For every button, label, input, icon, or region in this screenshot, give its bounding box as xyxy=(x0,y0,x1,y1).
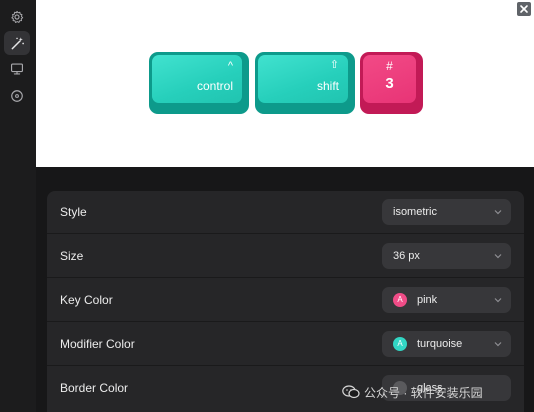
setting-row-style: Style isometric xyxy=(47,191,524,234)
key-control: ^ control xyxy=(149,52,249,114)
watermark-text: 公众号 · 软件安装乐园 xyxy=(364,385,483,400)
key-label: 3 xyxy=(385,75,394,92)
select-value: pink xyxy=(417,294,438,306)
disc-icon xyxy=(11,90,23,102)
key-color-select[interactable]: A pink xyxy=(382,287,511,313)
setting-label: Modifier Color xyxy=(60,337,135,351)
setting-label: Style xyxy=(60,205,87,219)
style-select[interactable]: isometric xyxy=(382,199,511,225)
gear-icon xyxy=(11,10,24,23)
keystroke-preview: ^ control ⇧ shift # 3 xyxy=(36,0,534,167)
size-select[interactable]: 36 px xyxy=(382,243,511,269)
setting-row-key-color: Key Color A pink xyxy=(47,279,524,322)
magic-wand-icon xyxy=(11,36,24,49)
sidebar-item-keystrokes[interactable] xyxy=(4,31,30,55)
key-symbol: ⇧ xyxy=(329,59,339,71)
sidebar xyxy=(0,0,36,412)
watermark: 公众号 · 软件安装乐园 xyxy=(342,383,483,401)
settings-panel: Style isometric Size 36 px Key Color A p… xyxy=(47,191,524,412)
select-value: isometric xyxy=(393,206,438,218)
chevron-down-icon xyxy=(494,210,502,215)
key-label: shift xyxy=(316,79,339,93)
setting-label: Key Color xyxy=(60,293,113,307)
wechat-icon xyxy=(342,385,360,399)
key-label: control xyxy=(196,79,233,93)
key-symbol: ^ xyxy=(227,60,233,72)
key-symbol: # xyxy=(386,59,393,73)
setting-label: Size xyxy=(60,249,84,263)
app-window: ^ control ⇧ shift # 3 Style isometric Si… xyxy=(0,0,534,412)
sidebar-item-settings[interactable] xyxy=(4,5,30,29)
chevron-down-icon xyxy=(494,254,502,259)
color-swatch: A xyxy=(393,337,407,351)
setting-label: Border Color xyxy=(60,381,129,395)
chevron-down-icon xyxy=(494,298,502,303)
setting-row-size: Size 36 px xyxy=(47,235,524,278)
close-button[interactable] xyxy=(517,2,531,16)
key-3: # 3 xyxy=(360,52,423,114)
sidebar-item-display[interactable] xyxy=(4,57,30,81)
close-icon xyxy=(520,5,528,13)
select-value: 36 px xyxy=(393,250,420,262)
chevron-down-icon xyxy=(494,342,502,347)
color-swatch: A xyxy=(393,293,407,307)
setting-row-modifier-color: Modifier Color A turquoise xyxy=(47,323,524,366)
key-shift: ⇧ shift xyxy=(255,52,355,114)
modifier-color-select[interactable]: A turquoise xyxy=(382,331,511,357)
monitor-icon xyxy=(11,63,23,75)
sidebar-item-record[interactable] xyxy=(4,84,30,108)
select-value: turquoise xyxy=(417,338,463,350)
